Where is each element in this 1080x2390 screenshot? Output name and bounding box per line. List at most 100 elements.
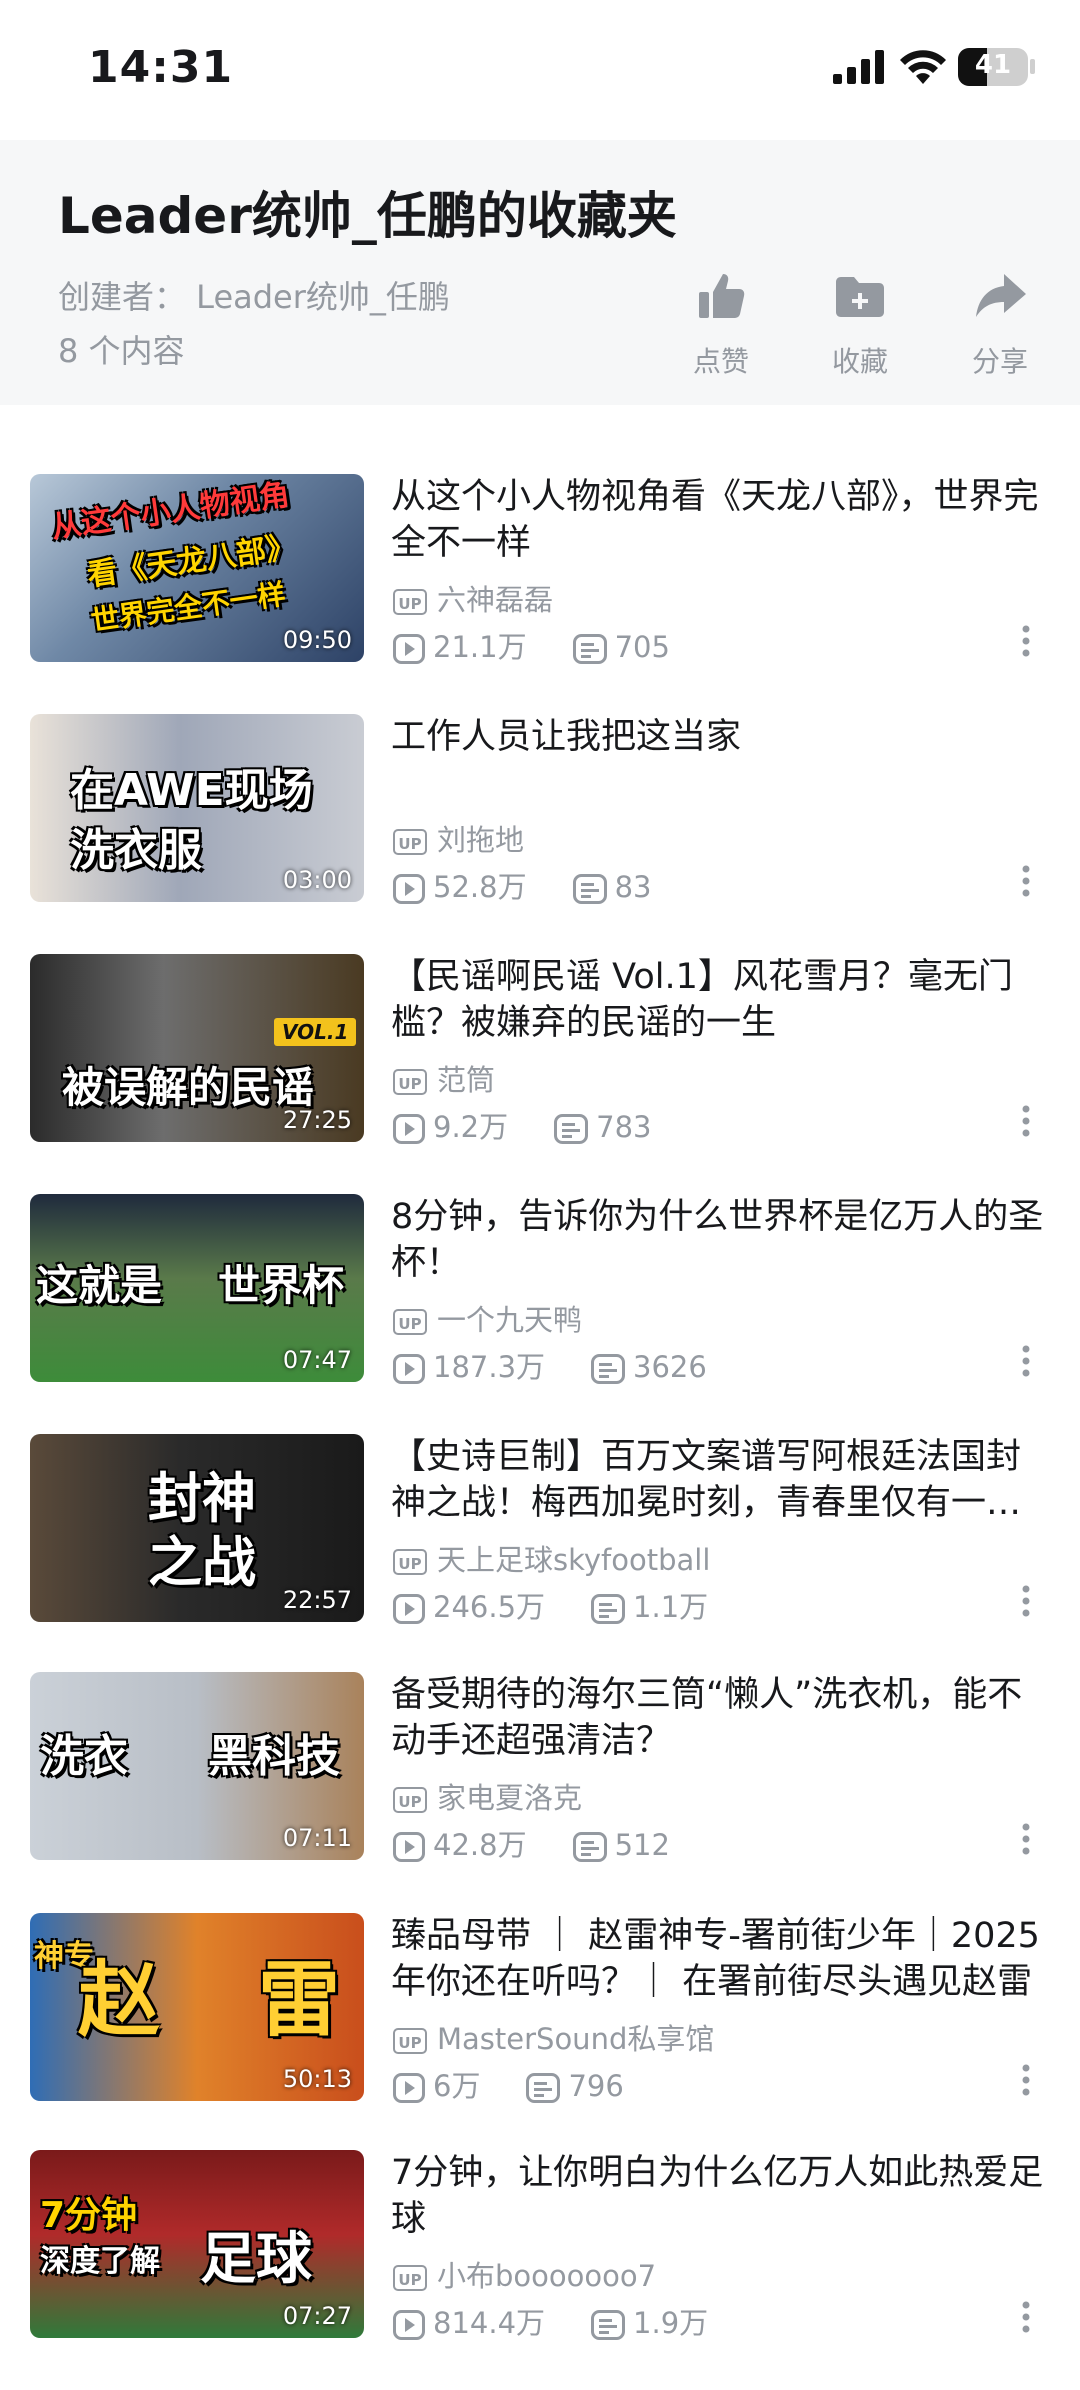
uploader-name: 家电夏洛克 (437, 1781, 583, 1815)
wifi-icon (900, 50, 946, 84)
video-item[interactable]: 在AWE现场 洗衣服 03:00 工作人员让我把这当家 UP 刘拖地 52.8万 8… (0, 714, 1080, 954)
video-thumbnail[interactable]: 被误解的民谣 VOL.1 27:25 (30, 954, 364, 1142)
uploader-row[interactable]: UP 一个九天鸭 (393, 1297, 582, 1339)
uploader-icon: UP (393, 589, 427, 615)
video-thumbnail[interactable]: 在AWE现场 洗衣服 03:00 (30, 714, 364, 902)
video-title[interactable]: 工作人员让我把这当家 (391, 714, 1046, 760)
uploader-name: 刘拖地 (437, 823, 525, 857)
video-thumbnail[interactable]: 洗衣 黑科技 07:11 (30, 1672, 364, 1860)
danmaku-count: 1.1万 (633, 1590, 709, 1624)
stats-row: 21.1万 705 (393, 624, 670, 666)
video-thumbnail[interactable]: 这就是 世界杯 07:47 (30, 1194, 364, 1382)
uploader-icon: UP (393, 1787, 427, 1813)
uploader-row[interactable]: UP 家电夏洛克 (393, 1775, 582, 1817)
stats-row: 9.2万 783 (393, 1104, 651, 1146)
favorites-header: Leader统帅_任鹏的收藏夹 创建者： Leader统帅_任鹏 8 个内容 点… (0, 140, 1080, 405)
uploader-row[interactable]: UP 天上足球skyfootball (393, 1537, 710, 1579)
danmaku-count-icon (526, 2073, 561, 2103)
more-options-icon[interactable] (1018, 864, 1034, 898)
battery-percent: 41 (974, 50, 1012, 80)
like-button[interactable]: 点赞 (666, 268, 776, 380)
uploader-icon: UP (393, 2028, 427, 2054)
collect-label: 收藏 (831, 345, 888, 378)
view-count: 814.4万 (433, 2306, 546, 2340)
add-folder-icon (836, 277, 884, 317)
share-label: 分享 (971, 345, 1028, 378)
content-count: 8 个内容 (58, 332, 185, 370)
play-count-icon (393, 634, 425, 664)
view-count: 246.5万 (433, 1590, 546, 1624)
share-arrow-icon (976, 274, 1026, 317)
creator-label[interactable]: 创建者： Leader统帅_任鹏 (58, 272, 450, 318)
uploader-icon: UP (393, 2265, 427, 2291)
video-duration: 50:13 (282, 2065, 352, 2093)
video-title[interactable]: 【民谣啊民谣 Vol.1】风花雪月？毫无门槛？被嫌弃的民谣的一生 (391, 954, 1046, 1046)
video-title[interactable]: 7分钟，让你明白为什么亿万人如此热爱足球 (391, 2150, 1046, 2242)
more-options-icon[interactable] (1018, 1584, 1034, 1618)
danmaku-count: 796 (568, 2069, 624, 2103)
more-options-icon[interactable] (1018, 2300, 1034, 2334)
uploader-name: 一个九天鸭 (437, 1303, 583, 1337)
danmaku-count-icon (554, 1114, 589, 1144)
video-duration: 03:00 (282, 866, 352, 894)
uploader-name: 小布booooooo7 (437, 2259, 657, 2293)
video-item[interactable]: 封神 之战 22:57 【史诗巨制】百万文案谱写阿根廷法国封神之战！梅西加冕时刻，… (0, 1434, 1080, 1674)
view-count: 6万 (433, 2069, 481, 2103)
video-item[interactable]: 从这个小人物视角 看《天龙八部》 世界完全不一样 09:50 从这个小人物视角看《天… (0, 474, 1080, 714)
uploader-row[interactable]: UP 小布booooooo7 (393, 2253, 656, 2295)
thumbnail-caption: 洗衣 (40, 1731, 128, 1782)
danmaku-count: 83 (614, 870, 652, 904)
thumbnail-caption: 这就是 (36, 1261, 163, 1310)
video-item[interactable]: 神专赵雷 50:13 臻品母带 ｜ 赵雷神专-署前街少年｜2025年你还在听吗？… (0, 1913, 1080, 2153)
view-count: 187.3万 (433, 1350, 546, 1384)
video-item[interactable]: 洗衣 黑科技 07:11 备受期待的海尔三筒“懒人”洗衣机，能不动手还超强清洁？ … (0, 1672, 1080, 1912)
video-thumbnail[interactable]: 从这个小人物视角 看《天龙八部》 世界完全不一样 09:50 (30, 474, 364, 662)
danmaku-count: 3626 (633, 1350, 707, 1384)
video-title[interactable]: 从这个小人物视角看《天龙八部》，世界完全不一样 (391, 474, 1046, 566)
uploader-row[interactable]: UP 范筒 (393, 1057, 495, 1099)
more-options-icon[interactable] (1018, 1822, 1034, 1856)
more-options-icon[interactable] (1018, 1344, 1034, 1378)
uploader-row[interactable]: UP 刘拖地 (393, 817, 524, 859)
share-button[interactable]: 分享 (945, 268, 1055, 380)
video-title[interactable]: 备受期待的海尔三筒“懒人”洗衣机，能不动手还超强清洁？ (391, 1672, 1046, 1764)
video-thumbnail[interactable]: 神专赵雷 50:13 (30, 1913, 364, 2101)
video-thumbnail[interactable]: 7分钟 深度了解 足球 07:27 (30, 2150, 364, 2338)
video-title[interactable]: 8分钟，告诉你为什么世界杯是亿万人的圣杯！ (391, 1194, 1046, 1286)
collect-button[interactable]: 收藏 (805, 268, 915, 380)
stats-row: 187.3万 3626 (393, 1344, 707, 1386)
uploader-icon: UP (393, 1069, 427, 1095)
uploader-icon: UP (393, 829, 427, 855)
thumbnail-caption: 深度了解 (40, 2244, 160, 2279)
video-thumbnail[interactable]: 封神 之战 22:57 (30, 1434, 364, 1622)
status-time: 14:31 (88, 42, 234, 93)
view-count: 52.8万 (433, 870, 527, 904)
video-duration: 22:57 (282, 1586, 352, 1614)
danmaku-count-icon (572, 874, 607, 904)
play-count-icon (393, 1114, 425, 1144)
play-count-icon (393, 2073, 425, 2103)
play-count-icon (393, 1354, 425, 1384)
play-count-icon (393, 1594, 425, 1624)
video-title[interactable]: 【史诗巨制】百万文案谱写阿根廷法国封神之战！梅西加冕时刻，青春里仅有一次的绝世对… (391, 1434, 1046, 1526)
danmaku-count: 783 (596, 1110, 652, 1144)
video-title[interactable]: 臻品母带 ｜ 赵雷神专-署前街少年｜2025年你还在听吗？｜ 在署前街尽头遇见赵… (391, 1913, 1046, 2005)
view-count: 21.1万 (433, 630, 527, 664)
uploader-row[interactable]: UP MasterSound私享馆 (393, 2016, 714, 2058)
more-options-icon[interactable] (1018, 2063, 1034, 2097)
thumbnail-caption: 之战 (148, 1531, 256, 1594)
video-duration: 07:11 (282, 1824, 352, 1852)
more-options-icon[interactable] (1018, 1104, 1034, 1138)
play-count-icon (393, 2310, 425, 2340)
uploader-name: 六神磊磊 (437, 583, 554, 617)
video-item[interactable]: 这就是 世界杯 07:47 8分钟，告诉你为什么世界杯是亿万人的圣杯！ UP 一个九… (0, 1194, 1080, 1434)
video-duration: 09:50 (282, 626, 352, 654)
video-item[interactable]: 被误解的民谣 VOL.1 27:25 【民谣啊民谣 Vol.1】风花雪月？毫无门槛… (0, 954, 1080, 1194)
video-duration: 07:47 (282, 1346, 352, 1374)
thumbnail-caption: 足球 (200, 2227, 312, 2292)
more-options-icon[interactable] (1018, 624, 1034, 658)
thumbnail-caption: 赵 (78, 1953, 161, 2048)
uploader-row[interactable]: UP 六神磊磊 (393, 577, 553, 619)
video-item[interactable]: 7分钟 深度了解 足球 07:27 7分钟，让你明白为什么亿万人如此热爱足球 UP 小… (0, 2150, 1080, 2390)
danmaku-count: 512 (614, 1828, 670, 1862)
